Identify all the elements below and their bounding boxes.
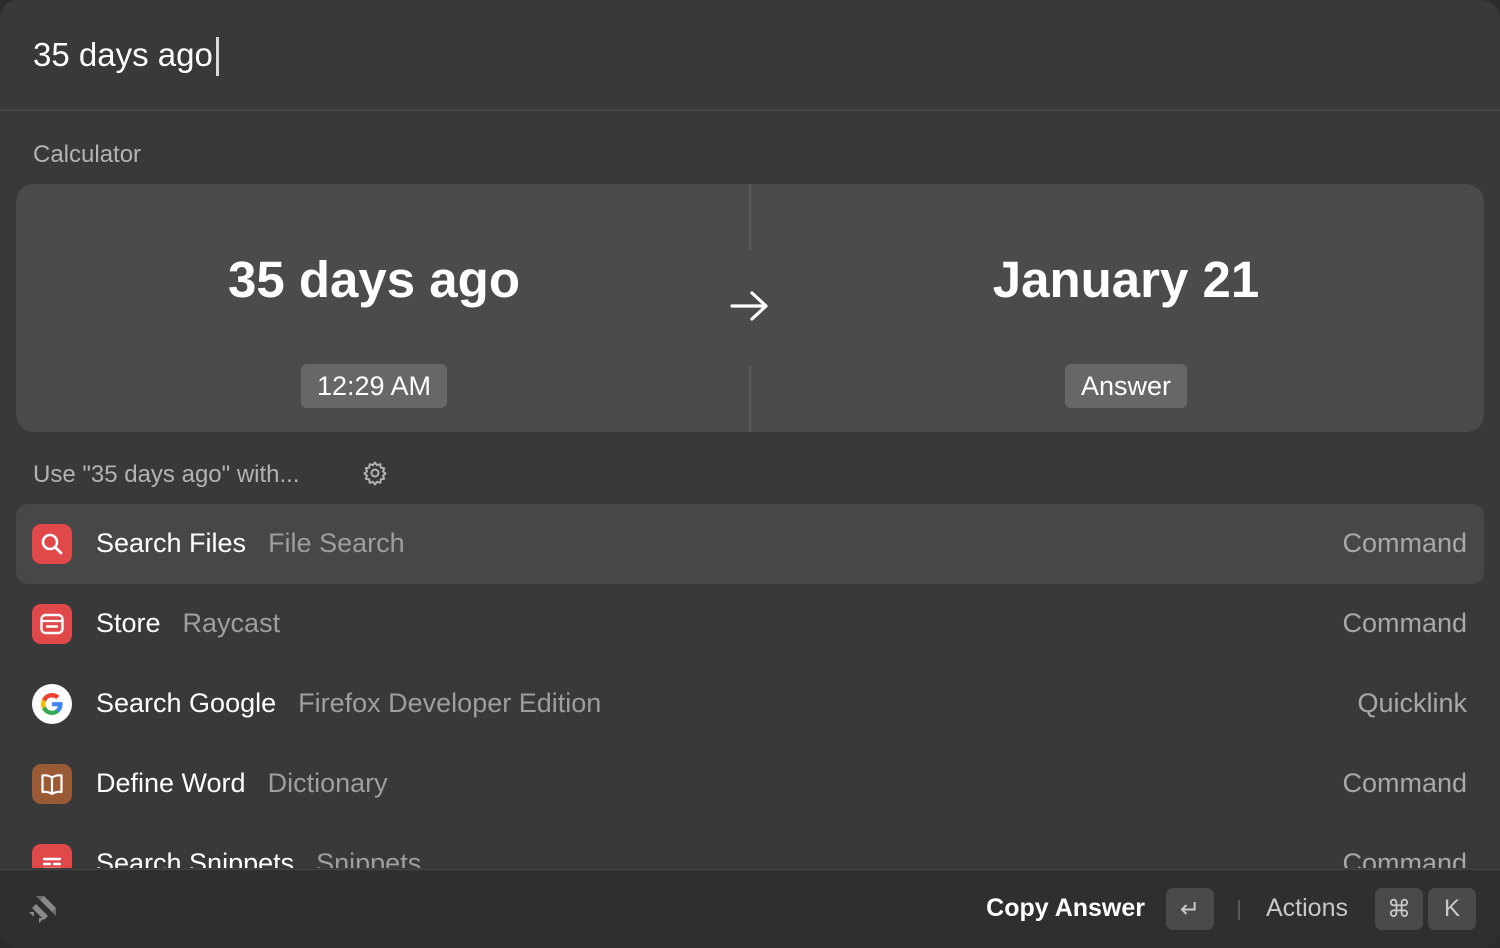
google-icon <box>32 684 72 724</box>
search-bar[interactable]: 35 days ago <box>0 0 1500 111</box>
arrow-right-icon <box>730 291 768 321</box>
book-icon <box>32 764 72 804</box>
result-title: Store Raycast <box>96 608 280 639</box>
k-key: K <box>1428 888 1476 930</box>
calculator-section-title: Calculator <box>33 141 142 168</box>
result-subtitle: File Search <box>268 528 405 558</box>
snippets-icon <box>32 844 72 868</box>
raycast-logo-icon[interactable] <box>26 890 62 926</box>
store-icon <box>32 604 72 644</box>
result-title-text: Define Word <box>96 768 246 798</box>
result-title: Search Snippets Snippets <box>96 848 421 868</box>
copy-answer-button[interactable]: Copy Answer <box>986 894 1145 923</box>
result-subtitle: Dictionary <box>267 768 388 798</box>
results-list: Search Files File Search Command Store Ray… <box>16 504 1484 868</box>
calculator-result: January 21 <box>992 251 1260 308</box>
result-type: Command <box>1342 768 1467 798</box>
actions-button[interactable]: Actions <box>1266 894 1348 923</box>
result-row-search-google[interactable]: Search Google Firefox Developer Edition Q… <box>16 664 1484 744</box>
calculator-expression-detail: 12:29 AM <box>300 364 448 408</box>
text-caret <box>216 37 219 76</box>
search-input[interactable]: 35 days ago <box>33 36 213 74</box>
result-subtitle: Raycast <box>182 608 281 638</box>
calculator-card[interactable]: 35 days ago January 21 12:29 AM Answer <box>16 184 1484 432</box>
result-title: Search Google Firefox Developer Edition <box>96 688 601 719</box>
raycast-window: 35 days ago Calculator 35 days ago Janua… <box>0 0 1500 948</box>
result-subtitle: Snippets <box>316 848 422 868</box>
gear-icon[interactable] <box>362 460 388 486</box>
calculator-divider <box>749 184 751 250</box>
result-row-store[interactable]: Store Raycast Command <box>16 584 1484 664</box>
result-title-text: Search Google <box>96 688 277 718</box>
calculator-expression-detail-wrap: 12:29 AM <box>16 364 732 408</box>
footer-divider <box>1238 900 1240 920</box>
result-title: Search Files File Search <box>96 528 405 559</box>
magnifier-icon <box>32 524 72 564</box>
result-row-define-word[interactable]: Define Word Dictionary Command <box>16 744 1484 824</box>
fallback-section-title: Use "35 days ago" with... <box>33 461 300 488</box>
result-title-text: Store <box>96 608 161 638</box>
result-row-search-files[interactable]: Search Files File Search Command <box>16 504 1484 584</box>
result-type: Command <box>1342 528 1467 558</box>
result-type: Command <box>1342 848 1467 868</box>
result-title: Define Word Dictionary <box>96 768 388 799</box>
result-type: Quicklink <box>1357 688 1467 718</box>
action-bar: Copy Answer ↵ Actions ⌘ K <box>0 869 1500 948</box>
result-subtitle: Firefox Developer Edition <box>298 688 602 718</box>
calculator-result-label-wrap: Answer <box>768 364 1484 408</box>
result-title-text: Search Snippets <box>96 848 295 868</box>
result-title-text: Search Files <box>96 528 247 558</box>
calculator-expression: 35 days ago <box>228 251 520 308</box>
result-row-search-snippets[interactable]: Search Snippets Snippets Command <box>16 824 1484 868</box>
calculator-result-label: Answer <box>1064 364 1188 408</box>
calculator-divider <box>749 366 751 432</box>
enter-key-icon: ↵ <box>1166 888 1214 930</box>
command-key-icon: ⌘ <box>1375 888 1423 930</box>
result-type: Command <box>1342 608 1467 638</box>
